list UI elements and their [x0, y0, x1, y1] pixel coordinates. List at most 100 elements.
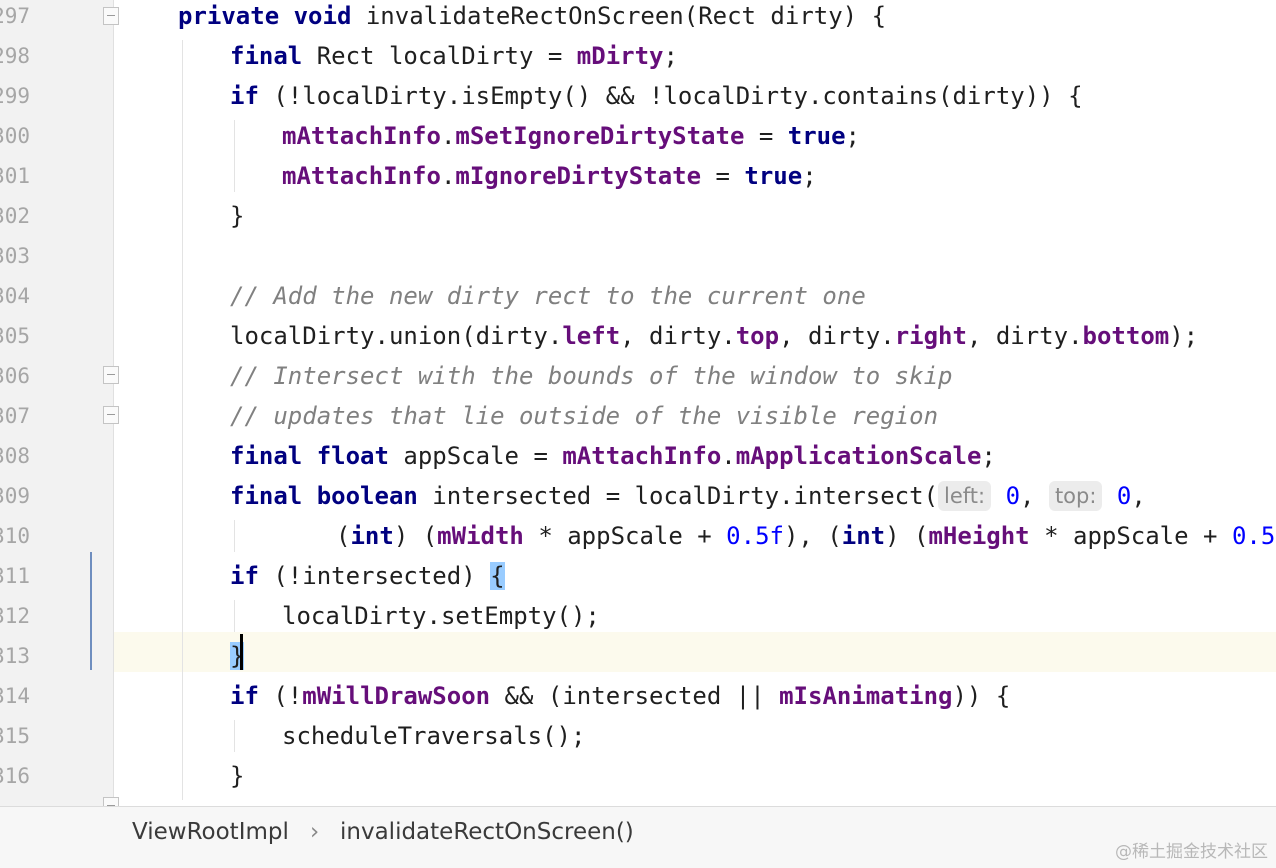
breadcrumb-class[interactable]: ViewRootImpl	[132, 819, 289, 845]
line-number[interactable]: 315	[0, 716, 30, 756]
number-literal: 0.5f	[726, 522, 784, 550]
number-literal: 0.5f	[1231, 522, 1276, 550]
field-ref: mWillDrawSoon	[302, 682, 491, 710]
parameter-hint: left:	[938, 481, 992, 511]
field-ref: mAttachInfo	[282, 162, 441, 190]
indent-guide	[234, 520, 235, 552]
code-text: .	[721, 442, 736, 470]
field-ref: mHeight	[928, 522, 1030, 550]
line-number[interactable]: 302	[0, 196, 30, 236]
code-line-298[interactable]: final Rect localDirty = mDirty;	[230, 36, 678, 76]
code-text: Rect localDirty =	[302, 42, 577, 70]
field-ref: right	[894, 322, 967, 350]
line-number[interactable]: 316	[0, 756, 30, 796]
line-number[interactable]: 304	[0, 276, 30, 316]
keyword: final	[230, 42, 303, 70]
line-number[interactable]: 297	[0, 0, 30, 36]
keyword: final	[230, 482, 303, 510]
line-number[interactable]: 305	[0, 316, 30, 356]
code-line-302[interactable]: }	[230, 196, 244, 236]
code-line-316[interactable]: }	[230, 756, 244, 796]
keyword: boolean	[316, 482, 418, 510]
line-number[interactable]: 299	[0, 76, 30, 116]
code-line-305[interactable]: localDirty.union(dirty.left, dirty.top, …	[230, 316, 1198, 356]
fold-marker-icon[interactable]	[103, 797, 119, 806]
line-number[interactable]: 313	[0, 636, 30, 676]
code-text: );	[1169, 322, 1199, 350]
line-number[interactable]: 303	[0, 236, 30, 276]
indent-guide	[234, 600, 235, 632]
code-line-308[interactable]: final float appScale = mAttachInfo.mAppl…	[230, 436, 996, 476]
code-text: (!intersected)	[258, 562, 491, 590]
code-text: }	[230, 202, 245, 230]
keyword: int	[841, 522, 886, 550]
code-line-315[interactable]: scheduleTraversals();	[282, 716, 585, 756]
parameter-hint: top:	[1048, 481, 1103, 511]
breadcrumb: ViewRootImpl › invalidateRectOnScreen() …	[0, 806, 1276, 868]
code-text: && (intersected ||	[490, 682, 780, 710]
code-editor[interactable]: 2972982993003013023033043053063073083093…	[0, 0, 1276, 806]
number-literal: 0	[1005, 482, 1021, 510]
keyword: if	[230, 682, 259, 710]
code-line-314[interactable]: if (!mWillDrawSoon && (intersected || mI…	[230, 676, 1010, 716]
matched-brace: {	[490, 562, 505, 590]
line-number[interactable]: 308	[0, 436, 30, 476]
indent-guide	[234, 120, 235, 192]
code-text: ,	[1131, 482, 1146, 510]
code-text: localDirty.union(dirty.	[230, 322, 563, 350]
field-ref: mIsAnimating	[779, 682, 953, 710]
code-line-301[interactable]: mAttachInfo.mIgnoreDirtyState = true;	[282, 156, 817, 196]
code-text: .	[440, 162, 456, 190]
breadcrumb-separator-icon: ›	[310, 819, 320, 845]
breadcrumb-method[interactable]: invalidateRectOnScreen()	[340, 819, 634, 845]
line-number[interactable]: 310	[0, 516, 30, 556]
line-number[interactable]: 314	[0, 676, 30, 716]
code-text: intersected = localDirty.intersect(	[417, 482, 939, 510]
keyword: int	[350, 522, 394, 550]
fold-marker-icon[interactable]	[103, 406, 119, 424]
code-text: (!	[258, 682, 303, 710]
code-line-312[interactable]: localDirty.setEmpty();	[282, 596, 600, 636]
line-number[interactable]: 300	[0, 116, 30, 156]
vcs-change-marker[interactable]	[90, 552, 92, 670]
code-line-299[interactable]: if (!localDirty.isEmpty() && !localDirty…	[230, 76, 1083, 116]
field-ref: left	[562, 322, 621, 350]
code-line-311[interactable]: if (!intersected) {	[230, 556, 505, 596]
keyword: private	[178, 2, 280, 30]
code-line-306[interactable]: // Intersect with the bounds of the wind…	[230, 356, 952, 396]
code-text: ;	[802, 162, 817, 190]
code-comment: // Intersect with the bounds of the wind…	[230, 362, 953, 390]
code-text: * appScale +	[1029, 522, 1232, 550]
number-literal: 0	[1116, 482, 1132, 510]
code-text: ;	[845, 122, 860, 150]
code-text: , dirty.	[620, 322, 736, 350]
line-number[interactable]: 307	[0, 396, 30, 436]
code-text: appScale =	[388, 442, 563, 470]
code-text: invalidateRectOnScreen(Rect dirty) {	[351, 2, 887, 30]
code-line-300[interactable]: mAttachInfo.mSetIgnoreDirtyState = true;	[282, 116, 860, 156]
line-number[interactable]: 306	[0, 356, 30, 396]
fold-marker-icon[interactable]	[103, 366, 119, 384]
code-text: , dirty.	[779, 322, 895, 350]
keyword: if	[230, 562, 259, 590]
fold-marker-icon[interactable]	[103, 7, 119, 25]
code-comment: // updates that lie outside of the visib…	[230, 402, 939, 430]
code-text: ), (	[783, 522, 842, 550]
code-text: =	[701, 162, 745, 190]
text-caret	[240, 634, 243, 670]
line-number[interactable]: 311	[0, 556, 30, 596]
line-number[interactable]: 301	[0, 156, 30, 196]
current-line-highlight	[114, 632, 1276, 672]
code-line-307[interactable]: // updates that lie outside of the visib…	[230, 396, 938, 436]
field-ref: mIgnoreDirtyState	[455, 162, 702, 190]
code-line-310[interactable]: (int) (mWidth * appScale + 0.5f), (int) …	[336, 516, 1276, 556]
line-number[interactable]: 309	[0, 476, 30, 516]
code-text: ) (	[885, 522, 929, 550]
keyword: true	[787, 122, 846, 150]
code-line-304[interactable]: // Add the new dirty rect to the current…	[230, 276, 866, 316]
indent-guide	[182, 40, 183, 800]
line-number[interactable]: 312	[0, 596, 30, 636]
code-line-309[interactable]: final boolean intersected = localDirty.i…	[230, 476, 1146, 516]
line-number[interactable]: 298	[0, 36, 30, 76]
code-line-297[interactable]: private void invalidateRectOnScreen(Rect…	[178, 0, 886, 36]
